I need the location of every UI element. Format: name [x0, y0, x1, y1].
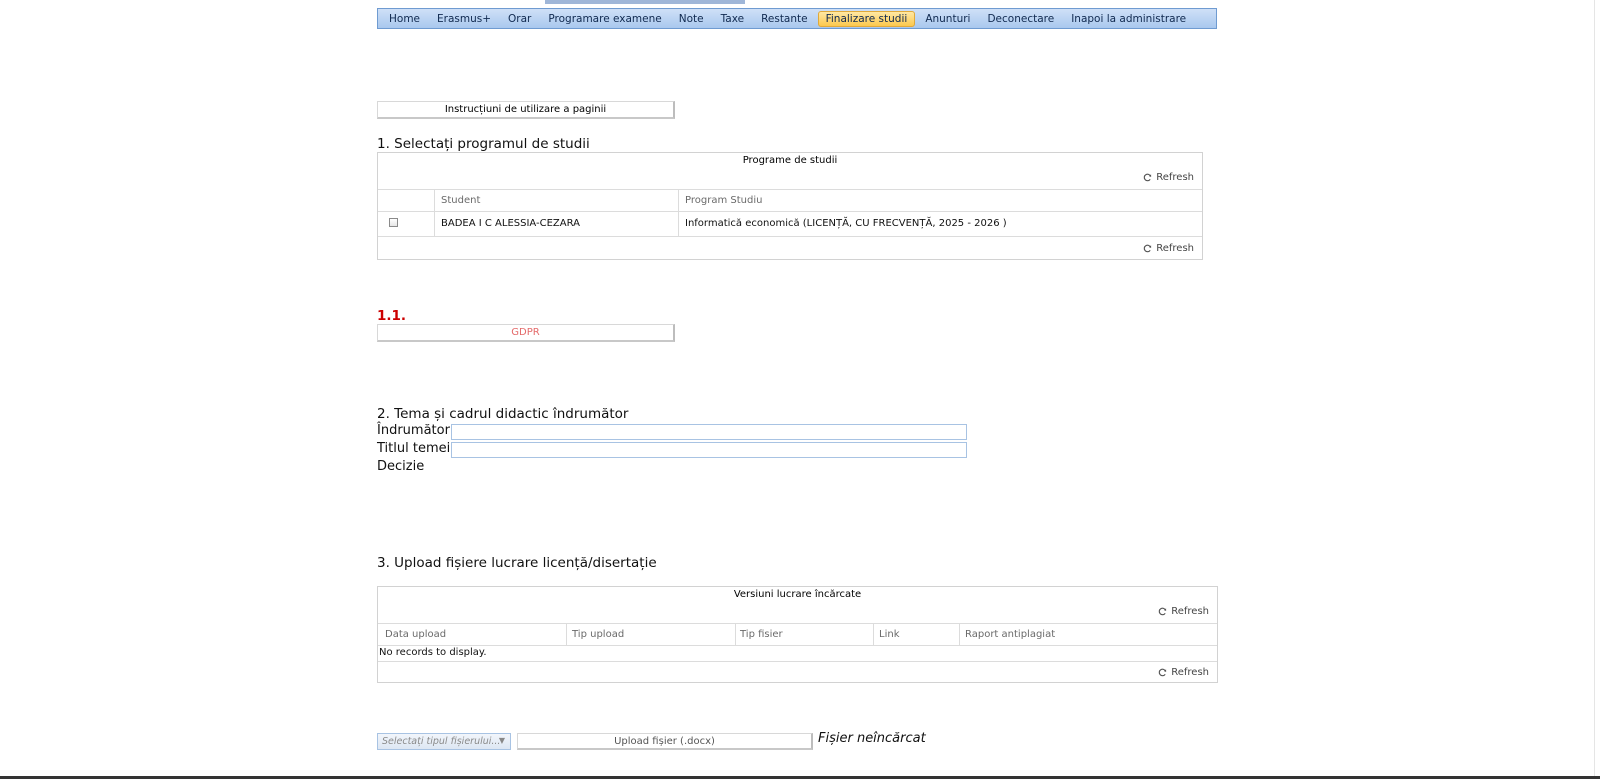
- nav-item-orar[interactable]: Orar: [501, 11, 538, 27]
- file-type-select[interactable]: Selectați tipul fișierului... ▼: [377, 733, 511, 750]
- nav-item-deconectare[interactable]: Deconectare: [980, 11, 1061, 27]
- nav-item-taxe[interactable]: Taxe: [714, 11, 751, 27]
- study-programs-refresh-top[interactable]: Refresh: [1143, 172, 1194, 183]
- uploaded-versions-grid-caption: Versiuni lucrare încărcate: [733, 589, 862, 600]
- program-studiu-cell: Informatică economică (LICENȚĂ, CU FRECV…: [685, 218, 1007, 229]
- section1-title: 1. Selectați programul de studii: [377, 136, 590, 152]
- page-scrollbar[interactable]: [1594, 0, 1595, 776]
- nav-item-home[interactable]: Home: [382, 11, 427, 27]
- refresh-icon: [1158, 668, 1167, 677]
- column-header-tip-fisier[interactable]: Tip fisier: [740, 629, 783, 640]
- uploaded-versions-refresh-top[interactable]: Refresh: [1158, 606, 1209, 617]
- student-name-cell: BADEA I C ALESSIA-CEZARA: [441, 218, 581, 229]
- grid-column-divider: [959, 623, 960, 645]
- study-programs-grid: Programe de studii Refresh Student Progr…: [377, 152, 1203, 260]
- refresh-icon: [1143, 244, 1152, 253]
- nav-item-programare-examene[interactable]: Programare examene: [541, 11, 668, 27]
- grid-divider: [378, 661, 1217, 662]
- column-header-tip-upload[interactable]: Tip upload: [572, 629, 624, 640]
- grid-divider: [378, 211, 1202, 212]
- study-programs-refresh-bottom[interactable]: Refresh: [1143, 243, 1194, 254]
- nav-item-erasmus[interactable]: Erasmus+: [430, 11, 498, 27]
- grid-column-divider: [873, 623, 874, 645]
- grid-divider: [378, 189, 1202, 190]
- nav-item-note[interactable]: Note: [672, 11, 711, 27]
- uploaded-versions-grid: Versiuni lucrare încărcate Refresh Data …: [377, 586, 1218, 683]
- grid-column-divider: [678, 189, 679, 236]
- refresh-label: Refresh: [1156, 243, 1194, 254]
- refresh-icon: [1143, 173, 1152, 182]
- column-header-data-upload[interactable]: Data upload: [385, 629, 446, 640]
- header-banner-fragment: [545, 0, 745, 4]
- nav-item-anunturi[interactable]: Anunturi: [918, 11, 977, 27]
- grid-column-divider: [735, 623, 736, 645]
- study-programs-grid-caption: Programe de studii: [742, 155, 838, 166]
- indrumator-field[interactable]: [451, 424, 967, 440]
- titlu-temei-label: Titlul temei:: [377, 441, 455, 456]
- upload-status-text: Fișier neîncărcat: [818, 731, 926, 746]
- section3-title: 3. Upload fișiere lucrare licență/disert…: [377, 555, 657, 571]
- grid-divider: [378, 236, 1202, 237]
- refresh-label: Refresh: [1156, 172, 1194, 183]
- chevron-down-icon: ▼: [498, 736, 505, 745]
- grid-column-divider: [434, 189, 435, 236]
- column-header-student[interactable]: Student: [441, 195, 480, 206]
- titlu-temei-field[interactable]: [451, 442, 967, 458]
- no-records-message: No records to display.: [379, 647, 487, 658]
- nav-item-inapoi-administrare[interactable]: Inapoi la administrare: [1064, 11, 1193, 27]
- column-header-link[interactable]: Link: [879, 629, 899, 640]
- main-nav-bar: Home Erasmus+ Orar Programare examene No…: [377, 8, 1217, 29]
- column-header-raport-antiplagiat[interactable]: Raport antiplagiat: [965, 629, 1055, 640]
- decizie-label: Decizie: [377, 459, 425, 474]
- gdpr-button[interactable]: GDPR: [377, 324, 675, 342]
- upload-file-button[interactable]: Upload fișier (.docx): [517, 733, 813, 750]
- section11-number: 1.1.: [377, 308, 407, 324]
- grid-column-divider: [566, 623, 567, 645]
- row-select-checkbox[interactable]: [389, 218, 398, 227]
- nav-item-restante[interactable]: Restante: [754, 11, 815, 27]
- uploaded-versions-refresh-bottom[interactable]: Refresh: [1158, 667, 1209, 678]
- file-type-select-placeholder: Selectați tipul fișierului...: [382, 736, 501, 747]
- column-header-program-studiu[interactable]: Program Studiu: [685, 195, 762, 206]
- grid-divider: [378, 645, 1217, 646]
- grid-divider: [378, 623, 1217, 624]
- section2-title: 2. Tema și cadrul didactic îndrumător: [377, 406, 629, 422]
- refresh-label: Refresh: [1171, 606, 1209, 617]
- refresh-label: Refresh: [1171, 667, 1209, 678]
- indrumator-label: Îndrumător:: [377, 423, 455, 438]
- refresh-icon: [1158, 607, 1167, 616]
- nav-item-finalizare-studii[interactable]: Finalizare studii: [817, 10, 916, 27]
- instructions-button[interactable]: Instrucțiuni de utilizare a paginii: [377, 101, 675, 119]
